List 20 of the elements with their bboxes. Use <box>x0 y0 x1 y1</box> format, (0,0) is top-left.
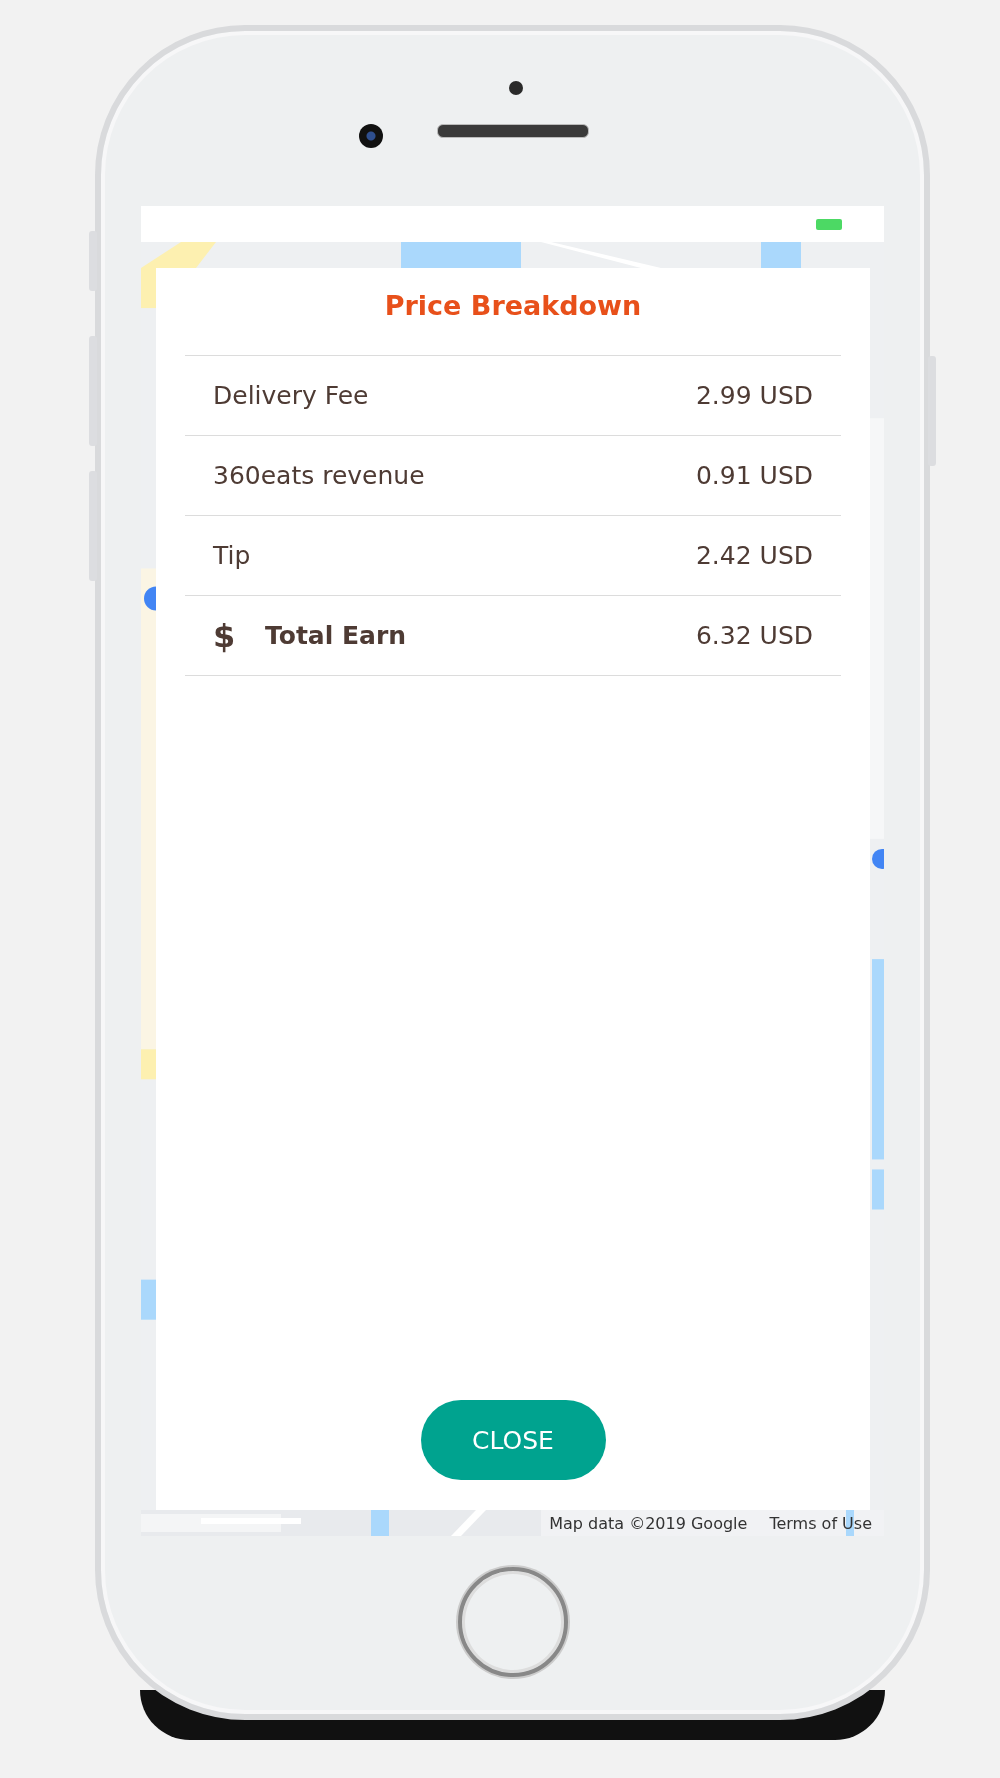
sensor-icon <box>509 81 523 95</box>
row-amount: 2.42 USD <box>695 541 813 570</box>
battery-icon <box>816 218 842 230</box>
side-button[interactable] <box>89 231 97 291</box>
row-label: Tip <box>213 541 252 570</box>
speaker-icon <box>437 124 589 138</box>
dialog-title: Price Breakdown <box>383 289 643 323</box>
row-label: 360eats revenue <box>213 461 426 490</box>
side-button[interactable] <box>89 336 97 446</box>
row-label: Total Earn <box>265 621 408 650</box>
camera-icon <box>359 124 383 148</box>
row-amount: 0.91 USD <box>695 461 813 490</box>
side-button[interactable] <box>89 471 97 581</box>
map-attribution: Map data ©2019 Google <box>549 1514 748 1533</box>
dollar-icon: $ <box>213 616 265 655</box>
side-button[interactable] <box>928 356 936 466</box>
row-label: Delivery Fee <box>213 381 370 410</box>
row-amount: 2.99 USD <box>695 381 813 410</box>
row-amount: 6.32 USD <box>695 621 813 650</box>
terms-link[interactable]: Terms of Use <box>769 1514 872 1533</box>
